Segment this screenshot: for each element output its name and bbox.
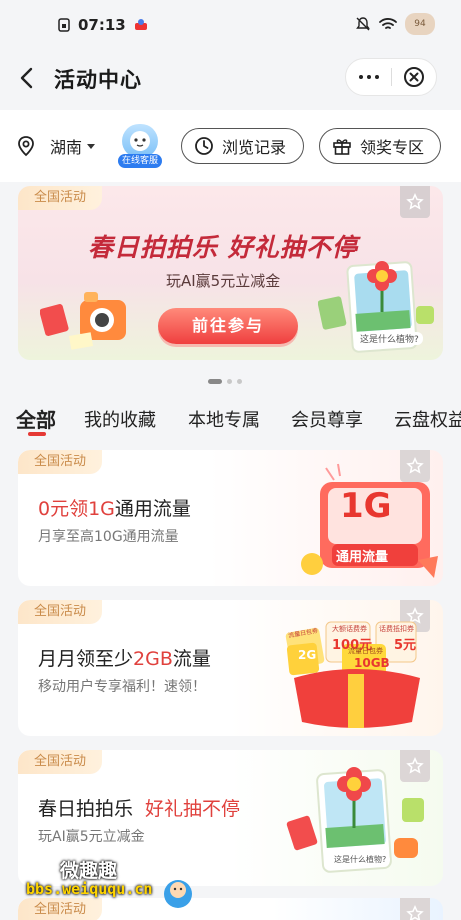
chevron-down-icon [87, 143, 96, 149]
clock-icon [195, 137, 213, 155]
activity-tag: 全国活动 [18, 750, 103, 774]
notification-app-icon [134, 19, 147, 30]
tab-active-indicator [28, 432, 46, 436]
back-icon[interactable] [14, 64, 42, 92]
art-coupon-label: 流量日包券 [348, 647, 383, 655]
mute-icon [356, 17, 370, 31]
activity-tag: 全国活动 [18, 600, 103, 624]
favorite-button[interactable] [400, 898, 430, 920]
service-avatar [122, 124, 158, 158]
service-label: 在线客服 [118, 154, 162, 168]
activity-card[interactable]: 全国活动 0元领1G通用流量 月享至高10G通用流量 1G 通用流量 [18, 450, 443, 586]
title-bar: 活动中心 [0, 48, 461, 110]
pagination-dot [227, 379, 232, 384]
activity-card[interactable]: 全国活动 月月领至少2GB流量 移动用户专享福利！速领！ 流量日包券 大额话费券… [18, 600, 443, 736]
region-label: 湖南 [50, 138, 83, 157]
location-row: 湖南 在线客服 浏览记录 领奖专区 [0, 110, 461, 182]
prize-zone-label: 领奖专区 [360, 138, 425, 157]
category-tabs: 全部 我的收藏 本地专属 会员尊享 云盘权益 [0, 398, 461, 442]
star-icon [406, 905, 424, 920]
close-button[interactable] [392, 59, 436, 95]
sim-icon [58, 18, 70, 32]
art-coupon-label: 话费抵扣券 [379, 625, 414, 633]
location-pin-icon [18, 136, 34, 157]
more-button[interactable] [346, 59, 391, 95]
card-title: 春日拍拍乐 好礼抽不停 [38, 794, 240, 821]
favorite-button[interactable] [400, 186, 430, 218]
card-title-highlight: 好礼抽不停 [145, 798, 241, 820]
status-time: 07:13 [78, 16, 126, 34]
battery-avatar: 94 [405, 13, 435, 35]
activity-tag: 全国活动 [18, 450, 103, 474]
activity-tag: 全国活动 [18, 186, 103, 210]
banner-pagination [208, 379, 242, 384]
pagination-dot [237, 379, 242, 384]
card-subtitle: 玩AI赢5元立减金 [38, 829, 145, 845]
banner-art-caption: 这是什么植物? [356, 332, 423, 345]
card-title-highlight: 2GB [133, 648, 173, 670]
art-1g-text: 1G [340, 486, 392, 526]
more-dot-icon [358, 75, 363, 79]
card-subtitle: 月享至高10G通用流量 [38, 529, 179, 545]
page-title: 活动中心 [54, 68, 142, 92]
site-watermark: 微趣趣 bbs.weiququ.cn [20, 850, 210, 912]
join-button[interactable]: 前往参与 [158, 308, 298, 344]
more-dot-icon [366, 75, 371, 79]
tab-all[interactable]: 全部 [16, 404, 56, 433]
card-title-rest: 流量 [172, 648, 211, 670]
wifi-icon [379, 18, 397, 29]
watermark-url: bbs.weiququ.cn [26, 880, 153, 898]
region-selector[interactable]: 湖南 [16, 134, 96, 158]
art-traffic-label: 通用流量 [336, 550, 389, 565]
close-icon [403, 67, 424, 87]
prize-zone-button[interactable]: 领奖专区 [319, 128, 441, 164]
star-icon [406, 193, 424, 210]
gift-icon [333, 139, 351, 155]
card-title-rest: 月月领至少 [38, 648, 134, 670]
card-title-rest: 春日拍拍乐 [38, 798, 134, 820]
more-dot-icon [374, 75, 379, 79]
camera-mascot-illustration [40, 292, 126, 350]
card-title: 月月领至少2GB流量 [38, 644, 211, 671]
art-coupon-value: 5元 [394, 638, 417, 653]
pagination-dot-active [208, 379, 222, 384]
watermark-mascot-icon [164, 880, 192, 908]
art-small-value: 2G [298, 648, 317, 662]
flower-card-illustration [286, 767, 424, 873]
card-title-rest: 通用流量 [114, 498, 191, 520]
online-service-button[interactable]: 在线客服 [118, 124, 162, 168]
tab-my-favorites[interactable]: 我的收藏 [84, 406, 156, 432]
banner-subtitle: 玩AI赢5元立减金 [166, 272, 281, 290]
watermark-name: 微趣趣 [60, 860, 118, 882]
art-coupon-label: 大额话费券 [332, 625, 367, 633]
promo-banner[interactable]: 全国活动 春日拍拍乐 好礼抽不停 玩AI赢5元立减金 前往参与 这是什么植物? [18, 186, 443, 360]
browse-history-button[interactable]: 浏览记录 [181, 128, 304, 164]
status-bar: 07:13 94 [0, 0, 461, 48]
tab-cloud-benefits[interactable]: 云盘权益 [394, 406, 461, 432]
card-art-caption: 这是什么植物? [330, 854, 391, 865]
browse-history-label: 浏览记录 [222, 138, 287, 157]
card-title-highlight: 0元领1G [38, 498, 115, 520]
mini-program-capsule [345, 58, 437, 96]
tab-local-exclusive[interactable]: 本地专属 [188, 406, 260, 432]
card-subtitle: 移动用户专享福利！速领！ [38, 679, 206, 695]
card-title: 0元领1G通用流量 [38, 494, 191, 521]
art-coupon-value: 10GB [354, 656, 390, 670]
tab-member-exclusive[interactable]: 会员尊享 [291, 406, 363, 432]
